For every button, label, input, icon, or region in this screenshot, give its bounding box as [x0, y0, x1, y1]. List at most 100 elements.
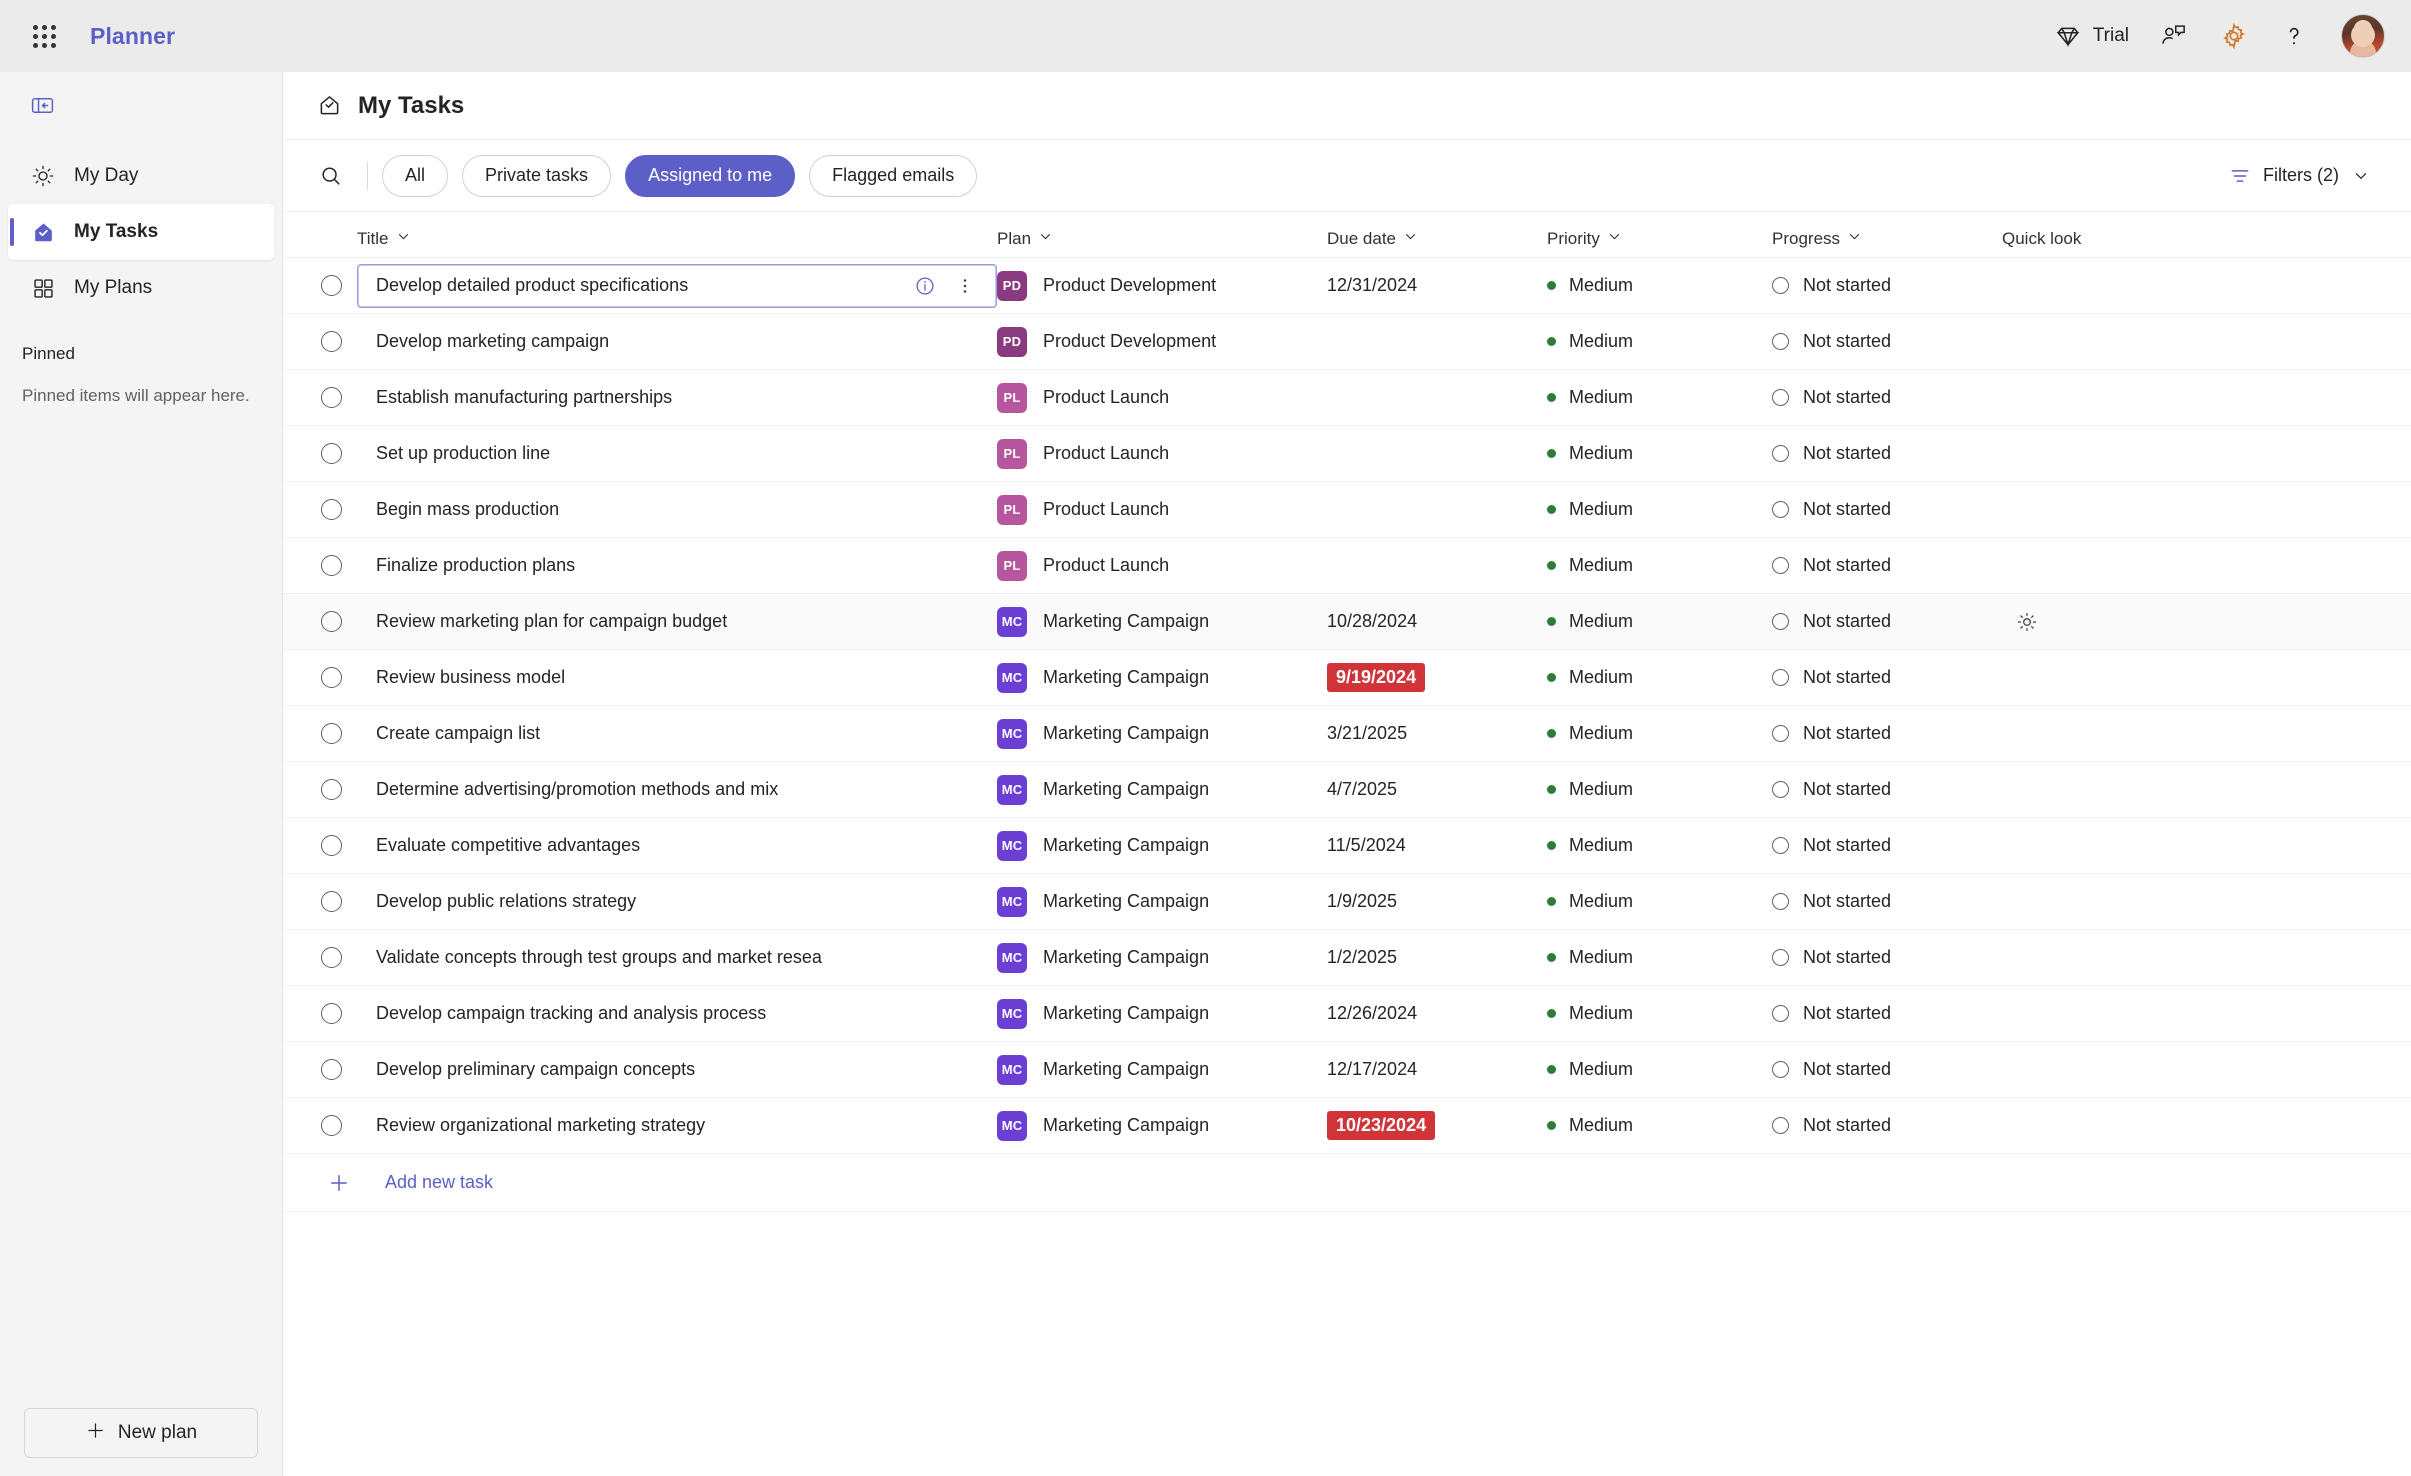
- task-progress-cell[interactable]: Not started: [1772, 1115, 2002, 1136]
- task-due-date-cell[interactable]: 3/21/2025: [1327, 723, 1547, 744]
- task-due-date-cell[interactable]: 11/5/2024: [1327, 835, 1547, 856]
- table-row[interactable]: Begin mass production PL Product Launch Med…: [283, 482, 2411, 538]
- task-complete-circle-icon[interactable]: [321, 387, 342, 408]
- task-progress-cell[interactable]: Not started: [1772, 499, 2002, 520]
- column-header-title[interactable]: Title: [357, 229, 997, 249]
- task-progress-cell[interactable]: Not started: [1772, 947, 2002, 968]
- task-title-cell[interactable]: Finalize production plans: [357, 544, 997, 588]
- column-header-progress[interactable]: Progress: [1772, 229, 2002, 249]
- task-plan-cell[interactable]: PL Product Launch: [997, 494, 1327, 525]
- pill-all[interactable]: All: [382, 154, 449, 197]
- table-row[interactable]: Determine advertising/promotion methods …: [283, 762, 2411, 818]
- task-due-date-cell[interactable]: 1/2/2025: [1327, 947, 1547, 968]
- task-priority-cell[interactable]: Medium: [1547, 723, 1772, 744]
- pill-private-tasks[interactable]: Private tasks: [462, 154, 612, 197]
- new-plan-button[interactable]: New plan: [24, 1408, 258, 1458]
- task-complete-circle-icon[interactable]: [321, 947, 342, 968]
- table-row[interactable]: Set up production line PL Product Launch Me…: [283, 426, 2411, 482]
- table-row[interactable]: Evaluate competitive advantages MC Marketi…: [283, 818, 2411, 874]
- task-progress-cell[interactable]: Not started: [1772, 331, 2002, 352]
- task-title-cell[interactable]: Develop marketing campaign: [357, 320, 997, 364]
- task-progress-cell[interactable]: Not started: [1772, 779, 2002, 800]
- task-progress-cell[interactable]: Not started: [1772, 1059, 2002, 1080]
- column-header-due-date[interactable]: Due date: [1327, 229, 1547, 249]
- task-complete-circle-icon[interactable]: [321, 499, 342, 520]
- task-title-box[interactable]: Establish manufacturing partnerships: [357, 376, 997, 420]
- task-progress-cell[interactable]: Not started: [1772, 387, 2002, 408]
- task-complete-circle-icon[interactable]: [321, 1059, 342, 1080]
- task-title-cell[interactable]: Develop preliminary campaign concepts: [357, 1048, 997, 1092]
- help-button[interactable]: [2267, 12, 2321, 60]
- collapse-panel-icon[interactable]: [22, 88, 62, 122]
- task-plan-cell[interactable]: PL Product Launch: [997, 438, 1327, 469]
- column-header-priority[interactable]: Priority: [1547, 229, 1772, 249]
- task-title-cell[interactable]: Develop public relations strategy: [357, 880, 997, 924]
- task-due-date-cell[interactable]: 4/7/2025: [1327, 779, 1547, 800]
- task-title-cell[interactable]: Develop detailed product specifications: [357, 263, 997, 308]
- table-row[interactable]: Develop detailed product specifications P…: [283, 258, 2411, 314]
- pill-assigned-to-me[interactable]: Assigned to me: [625, 154, 796, 197]
- task-title-cell[interactable]: Evaluate competitive advantages: [357, 824, 997, 868]
- task-title-box[interactable]: Begin mass production: [357, 488, 997, 532]
- task-title-box[interactable]: Finalize production plans: [357, 544, 997, 588]
- task-priority-cell[interactable]: Medium: [1547, 779, 1772, 800]
- table-row[interactable]: Review marketing plan for campaign budge…: [283, 594, 2411, 650]
- task-complete-circle-icon[interactable]: [321, 443, 342, 464]
- task-title-box[interactable]: Review marketing plan for campaign budge…: [357, 600, 997, 644]
- sidebar-item-my-plans[interactable]: My Plans: [8, 260, 274, 316]
- task-due-date-cell[interactable]: 9/19/2024: [1327, 663, 1547, 692]
- task-plan-cell[interactable]: MC Marketing Campaign: [997, 942, 1327, 973]
- task-complete-circle-icon[interactable]: [321, 1115, 342, 1136]
- task-due-date-cell[interactable]: 10/23/2024: [1327, 1111, 1547, 1140]
- table-row[interactable]: Develop marketing campaign PD Product Deve…: [283, 314, 2411, 370]
- task-plan-cell[interactable]: MC Marketing Campaign: [997, 998, 1327, 1029]
- task-complete-circle-icon[interactable]: [321, 331, 342, 352]
- task-priority-cell[interactable]: Medium: [1547, 387, 1772, 408]
- table-row[interactable]: Develop preliminary campaign concepts MC M…: [283, 1042, 2411, 1098]
- avatar[interactable]: [2341, 14, 2385, 58]
- task-title-box[interactable]: Develop marketing campaign: [357, 320, 997, 364]
- task-priority-cell[interactable]: Medium: [1547, 667, 1772, 688]
- task-complete-circle-icon[interactable]: [321, 555, 342, 576]
- sun-icon[interactable]: [2016, 611, 2038, 633]
- sidebar-item-my-day[interactable]: My Day: [8, 148, 274, 204]
- task-priority-cell[interactable]: Medium: [1547, 499, 1772, 520]
- task-priority-cell[interactable]: Medium: [1547, 1115, 1772, 1136]
- task-priority-cell[interactable]: Medium: [1547, 835, 1772, 856]
- task-due-date-cell[interactable]: 1/9/2025: [1327, 891, 1547, 912]
- task-progress-cell[interactable]: Not started: [1772, 891, 2002, 912]
- table-row[interactable]: Create campaign list MC Marketing Campaign…: [283, 706, 2411, 762]
- task-plan-cell[interactable]: PD Product Development: [997, 270, 1327, 301]
- more-vertical-icon[interactable]: [952, 273, 978, 299]
- task-progress-cell[interactable]: Not started: [1772, 275, 2002, 296]
- task-title-cell[interactable]: Determine advertising/promotion methods …: [357, 768, 997, 812]
- filters-button[interactable]: Filters (2): [2219, 155, 2381, 197]
- task-priority-cell[interactable]: Medium: [1547, 443, 1772, 464]
- task-title-box[interactable]: Develop public relations strategy: [357, 880, 997, 924]
- task-complete-circle-icon[interactable]: [321, 667, 342, 688]
- task-plan-cell[interactable]: MC Marketing Campaign: [997, 718, 1327, 749]
- table-row[interactable]: Validate concepts through test groups an…: [283, 930, 2411, 986]
- task-priority-cell[interactable]: Medium: [1547, 331, 1772, 352]
- task-title-cell[interactable]: Review marketing plan for campaign budge…: [357, 600, 997, 644]
- task-due-date-cell[interactable]: 12/31/2024: [1327, 275, 1547, 296]
- task-plan-cell[interactable]: PD Product Development: [997, 326, 1327, 357]
- task-priority-cell[interactable]: Medium: [1547, 555, 1772, 576]
- task-title-cell[interactable]: Review business model: [357, 656, 997, 700]
- task-title-cell[interactable]: Set up production line: [357, 432, 997, 476]
- task-due-date-cell[interactable]: 12/26/2024: [1327, 1003, 1547, 1024]
- app-brand-planner[interactable]: Planner: [90, 23, 175, 50]
- task-title-cell[interactable]: Create campaign list: [357, 712, 997, 756]
- table-row[interactable]: Develop campaign tracking and analysis p…: [283, 986, 2411, 1042]
- app-launcher-icon[interactable]: [20, 12, 68, 60]
- task-quick-look-cell[interactable]: [2002, 611, 2411, 633]
- task-priority-cell[interactable]: Medium: [1547, 1003, 1772, 1024]
- add-new-task-row[interactable]: Add new task: [283, 1154, 2411, 1212]
- table-row[interactable]: Develop public relations strategy MC Marke…: [283, 874, 2411, 930]
- task-plan-cell[interactable]: MC Marketing Campaign: [997, 1054, 1327, 1085]
- task-complete-circle-icon[interactable]: [321, 891, 342, 912]
- task-title-box[interactable]: Develop campaign tracking and analysis p…: [357, 992, 997, 1036]
- task-title-box[interactable]: Evaluate competitive advantages: [357, 824, 997, 868]
- task-title-box[interactable]: Review organizational marketing strategy: [357, 1104, 997, 1148]
- task-priority-cell[interactable]: Medium: [1547, 611, 1772, 632]
